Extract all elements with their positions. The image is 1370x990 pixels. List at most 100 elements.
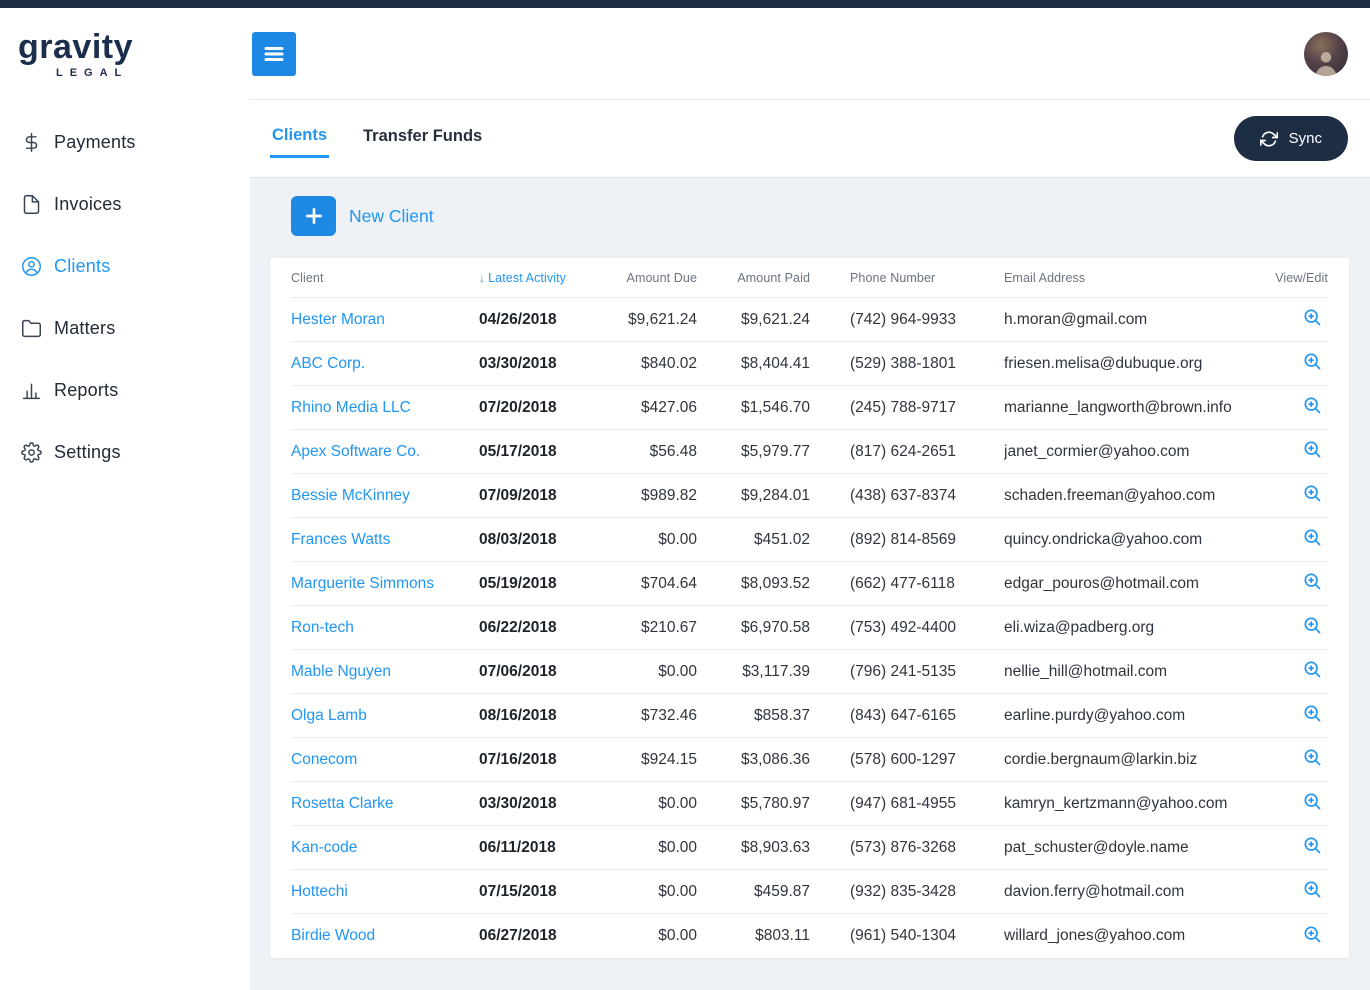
email-cell: marianne_langworth@brown.info [1004,399,1268,417]
view-edit-cell [1268,527,1328,552]
amount-due-cell: $840.02 [609,355,697,373]
email-cell: janet_cormier@yahoo.com [1004,443,1268,461]
phone-cell: (573) 876-3268 [810,839,1004,857]
column-header-phone[interactable]: Phone Number [810,271,1004,285]
table-row: Apex Software Co. 05/17/2018 $56.48 $5,9… [291,430,1328,474]
client-name-link[interactable]: Kan-code [291,839,479,857]
client-name-link[interactable]: Conecom [291,751,479,769]
amount-paid-cell: $8,093.52 [697,575,810,593]
sidebar-item-invoices[interactable]: Invoices [0,173,250,235]
latest-activity-cell: 04/26/2018 [479,311,609,329]
client-name-link[interactable]: Marguerite Simmons [291,575,479,593]
tab-clients[interactable]: Clients [270,120,329,158]
sidebar-item-clients[interactable]: Clients [0,235,250,297]
amount-due-cell: $924.15 [609,751,697,769]
phone-cell: (932) 835-3428 [810,883,1004,901]
email-cell: pat_schuster@doyle.name [1004,839,1268,857]
client-name-link[interactable]: Hottechi [291,883,479,901]
view-edit-cell [1268,791,1328,816]
client-name-link[interactable]: Apex Software Co. [291,443,479,461]
view-edit-zoom-icon[interactable] [1302,571,1322,591]
client-name-link[interactable]: Birdie Wood [291,927,479,945]
client-name-link[interactable]: Rhino Media LLC [291,399,479,417]
phone-cell: (796) 241-5135 [810,663,1004,681]
amount-due-cell: $989.82 [609,487,697,505]
client-name-link[interactable]: Rosetta Clarke [291,795,479,813]
refresh-icon [1260,130,1278,148]
view-edit-zoom-icon[interactable] [1302,395,1322,415]
view-edit-zoom-icon[interactable] [1302,924,1322,944]
latest-activity-cell: 08/16/2018 [479,707,609,725]
dollar-icon [20,131,42,153]
phone-cell: (245) 788-9717 [810,399,1004,417]
phone-cell: (662) 477-6118 [810,575,1004,593]
phone-cell: (947) 681-4955 [810,795,1004,813]
latest-activity-cell: 03/30/2018 [479,355,609,373]
latest-activity-cell: 07/20/2018 [479,399,609,417]
sync-button[interactable]: Sync [1234,116,1348,161]
sidebar-item-matters[interactable]: Matters [0,297,250,359]
client-name-link[interactable]: Olga Lamb [291,707,479,725]
email-cell: earline.purdy@yahoo.com [1004,707,1268,725]
phone-cell: (961) 540-1304 [810,927,1004,945]
view-edit-zoom-icon[interactable] [1302,659,1322,679]
phone-cell: (843) 647-6165 [810,707,1004,725]
sidebar-item-payments[interactable]: Payments [0,111,250,173]
email-cell: edgar_pouros@hotmail.com [1004,575,1268,593]
sidebar-item-label: Clients [54,256,110,277]
view-edit-zoom-icon[interactable] [1302,791,1322,811]
view-edit-zoom-icon[interactable] [1302,307,1322,327]
column-header-latest-activity[interactable]: ↓Latest Activity [479,271,609,285]
email-cell: davion.ferry@hotmail.com [1004,883,1268,901]
amount-paid-cell: $3,117.39 [697,663,810,681]
table-row: Birdie Wood 06/27/2018 $0.00 $803.11 (96… [291,914,1328,958]
client-name-link[interactable]: Mable Nguyen [291,663,479,681]
table-row: Rhino Media LLC 07/20/2018 $427.06 $1,54… [291,386,1328,430]
user-circle-icon [20,255,42,277]
view-edit-cell [1268,307,1328,332]
email-cell: cordie.bergnaum@larkin.biz [1004,751,1268,769]
column-header-amount-paid[interactable]: Amount Paid [697,271,810,285]
view-edit-zoom-icon[interactable] [1302,835,1322,855]
latest-activity-cell: 07/06/2018 [479,663,609,681]
view-edit-zoom-icon[interactable] [1302,439,1322,459]
column-header-email[interactable]: Email Address [1004,271,1268,285]
new-client-button[interactable] [291,196,336,236]
new-client-action[interactable]: New Client [291,196,434,236]
column-header-amount-due[interactable]: Amount Due [609,271,697,285]
table-row: Conecom 07/16/2018 $924.15 $3,086.36 (57… [291,738,1328,782]
client-name-link[interactable]: Hester Moran [291,311,479,329]
column-header-client[interactable]: Client [291,271,479,285]
sync-button-label: Sync [1289,130,1322,147]
latest-activity-cell: 03/30/2018 [479,795,609,813]
latest-activity-cell: 06/27/2018 [479,927,609,945]
view-edit-zoom-icon[interactable] [1302,615,1322,635]
clients-table: Client ↓Latest Activity Amount Due Amoun… [270,258,1349,958]
view-edit-zoom-icon[interactable] [1302,483,1322,503]
client-name-link[interactable]: Ron-tech [291,619,479,637]
person-silhouette-icon [1311,46,1341,76]
user-avatar[interactable] [1304,32,1348,76]
tab-transfer-funds[interactable]: Transfer Funds [361,121,484,156]
view-edit-cell [1268,351,1328,376]
table-body: Hester Moran 04/26/2018 $9,621.24 $9,621… [291,298,1328,958]
amount-paid-cell: $858.37 [697,707,810,725]
client-name-link[interactable]: ABC Corp. [291,355,479,373]
plus-icon [304,206,324,226]
view-edit-zoom-icon[interactable] [1302,879,1322,899]
menu-toggle-button[interactable] [252,32,296,76]
amount-due-cell: $210.67 [609,619,697,637]
client-name-link[interactable]: Frances Watts [291,531,479,549]
sidebar-item-settings[interactable]: Settings [0,421,250,483]
brand-logo[interactable]: gravity LEGAL [0,8,250,111]
client-name-link[interactable]: Bessie McKinney [291,487,479,505]
subnav: Clients Transfer Funds Sync [250,100,1370,178]
sidebar: gravity LEGAL Payments Invoices Clien [0,8,250,990]
view-edit-zoom-icon[interactable] [1302,703,1322,723]
top-accent-strip [0,0,1370,8]
view-edit-zoom-icon[interactable] [1302,747,1322,767]
view-edit-zoom-icon[interactable] [1302,527,1322,547]
table-row: Kan-code 06/11/2018 $0.00 $8,903.63 (573… [291,826,1328,870]
sidebar-item-reports[interactable]: Reports [0,359,250,421]
view-edit-zoom-icon[interactable] [1302,351,1322,371]
